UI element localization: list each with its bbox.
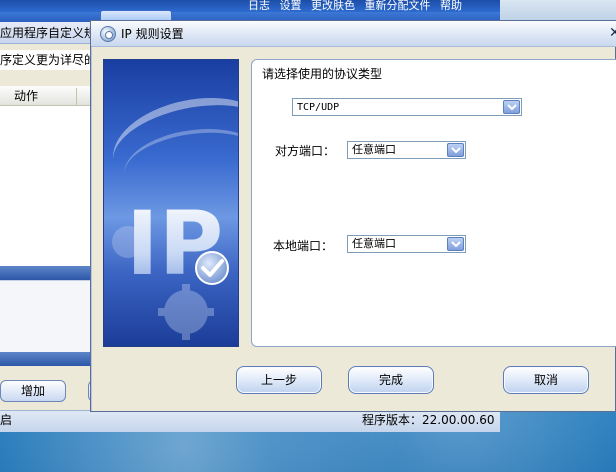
check-icon: [195, 251, 229, 285]
ip-banner: IP: [103, 59, 239, 347]
protocol-select[interactable]: TCP/UDP: [292, 98, 522, 116]
remote-port-value: 任意端口: [352, 143, 396, 156]
dialog-title: IP 规则设置: [121, 27, 184, 41]
chevron-down-icon[interactable]: [447, 237, 464, 251]
banner-artwork: IP: [112, 192, 229, 340]
remote-port-label: 对方端口：: [275, 144, 336, 158]
status-text: 启: [0, 413, 13, 427]
parent-rule-list: [0, 86, 96, 266]
prev-step-button[interactable]: 上一步: [236, 366, 322, 394]
chevron-down-icon[interactable]: [447, 143, 464, 157]
column-separator[interactable]: [76, 88, 77, 105]
local-port-label: 本地端口：: [273, 239, 334, 253]
local-port-value: 任意端口: [352, 237, 396, 250]
chevron-down-icon[interactable]: [503, 100, 520, 114]
protocol-select-value: TCP/UDP: [297, 102, 340, 113]
close-icon[interactable]: ✕: [609, 23, 616, 43]
version-label: 程序版本：22.00.00.60: [362, 413, 495, 427]
protocol-type-label: 请选择使用的协议类型: [262, 67, 383, 81]
dialog-titlebar[interactable]: IP 规则设置 ✕: [91, 21, 616, 47]
parent-top-menu[interactable]: 日志 设置 更改肤色 重新分配文件 帮助: [248, 0, 462, 12]
parent-splitter-2: [0, 352, 96, 366]
local-port-select[interactable]: 任意端口: [347, 235, 466, 253]
finish-button[interactable]: 完成: [348, 366, 434, 394]
parent-page-title: 应用程序自定义规: [0, 22, 96, 44]
cancel-button[interactable]: 取消: [503, 366, 589, 394]
add-button[interactable]: 增加: [0, 380, 66, 402]
parent-splitter: [0, 266, 96, 280]
remote-port-select[interactable]: 任意端口: [347, 141, 466, 159]
column-header-action: 动作: [14, 89, 39, 103]
parent-detail-panel: [0, 280, 96, 352]
gear-globe-icon: [100, 26, 116, 42]
parent-description: 序定义更为详尽的: [0, 50, 96, 70]
